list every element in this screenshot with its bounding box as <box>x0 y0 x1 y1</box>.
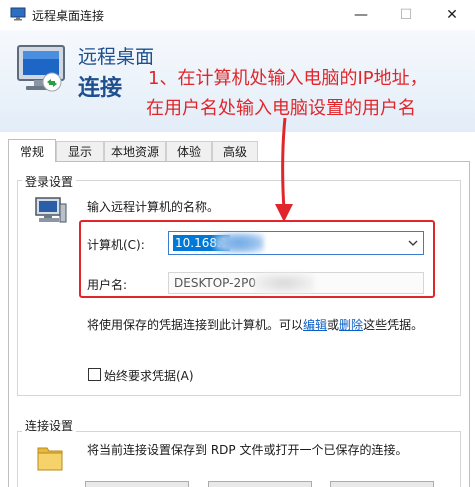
saved-credentials-text: 将使用保存的凭据连接到此计算机。可以编辑或删除这些凭据。 <box>87 316 423 333</box>
tab-display[interactable]: 显示 <box>56 141 104 161</box>
minimize-button[interactable]: — <box>338 0 384 30</box>
computer-combobox[interactable]: 10.168.1 <box>168 231 424 255</box>
username-value: DESKTOP-2P0 <box>174 276 256 290</box>
login-instruction: 输入远程计算机的名称。 <box>87 200 220 214</box>
computer-icon <box>35 197 67 223</box>
username-label: 用户名: <box>87 278 128 292</box>
computer-label: 计算机(C): <box>87 238 145 252</box>
redacted-username-blur <box>254 273 314 293</box>
saved-credentials-suffix: 这些凭据。 <box>363 318 424 332</box>
chevron-down-icon[interactable] <box>407 237 419 249</box>
login-settings-title: 登录设置 <box>22 173 77 190</box>
connection-settings-description: 将当前连接设置保存到 RDP 文件或打开一个已保存的连接。 <box>87 443 408 457</box>
saved-credentials-prefix: 将使用保存的凭据连接到此计算机。可以 <box>87 318 304 332</box>
tab-local-resources[interactable]: 本地资源 <box>104 141 166 161</box>
delete-credentials-link[interactable]: 删除 <box>339 318 363 332</box>
redacted-ip-blur <box>214 233 264 253</box>
annotation-line2: 在用户名处输入电脑设置的用户名 <box>146 98 416 119</box>
tab-general[interactable]: 常规 <box>8 139 56 162</box>
always-ask-checkbox[interactable] <box>88 368 101 381</box>
close-button[interactable]: ✕ <box>429 0 475 30</box>
remote-desktop-icon <box>10 7 26 21</box>
open-button[interactable] <box>330 481 434 487</box>
or-text: 或 <box>327 318 340 332</box>
connection-settings-group <box>17 431 461 487</box>
window-title: 远程桌面连接 <box>32 9 105 23</box>
edit-credentials-link[interactable]: 编辑 <box>303 318 327 332</box>
tab-advanced[interactable]: 高级 <box>212 141 258 161</box>
title-bar: 远程桌面连接 — ☐ ✕ <box>0 0 475 30</box>
always-ask-label[interactable]: 始终要求凭据(A) <box>104 367 194 384</box>
maximize-button[interactable]: ☐ <box>383 0 429 30</box>
folder-icon <box>37 447 63 471</box>
save-as-button[interactable] <box>208 481 312 487</box>
connection-settings-title: 连接设置 <box>22 417 77 434</box>
banner-title-line2: 连接 <box>78 76 123 101</box>
remote-desktop-logo-icon <box>17 45 65 92</box>
save-button[interactable] <box>85 481 189 487</box>
annotation-line1: 1、在计算机处输入电脑的IP地址， <box>148 68 428 89</box>
banner-title-line1: 远程桌面 <box>78 46 155 68</box>
tab-experience[interactable]: 体验 <box>166 141 212 161</box>
annotation-arrow <box>275 117 293 222</box>
